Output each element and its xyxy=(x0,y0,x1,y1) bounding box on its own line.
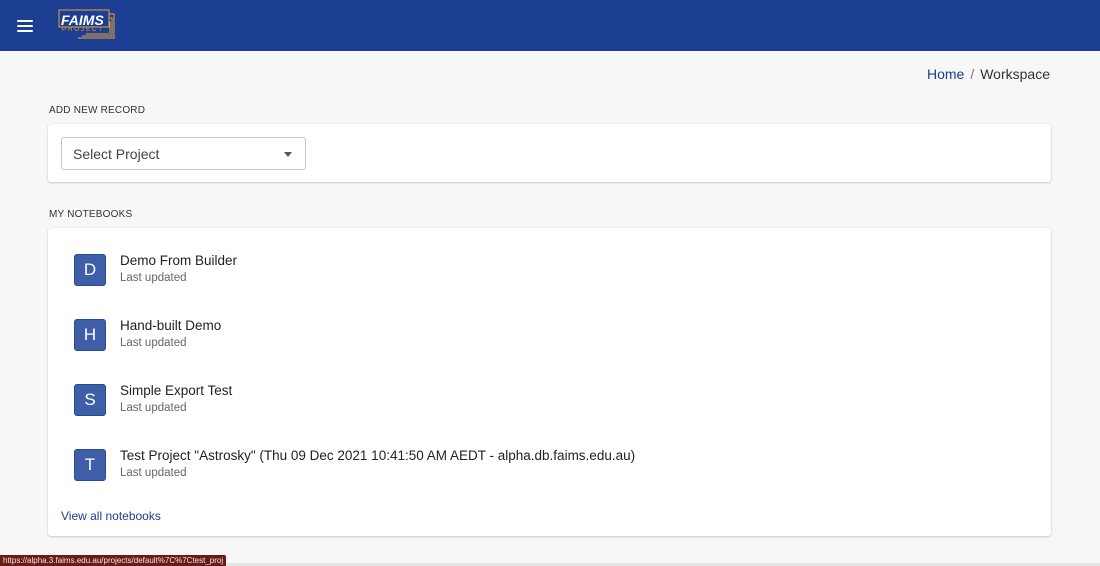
faims-logo[interactable]: FAIMS PROJECT xyxy=(58,8,120,42)
notebook-title: Demo From Builder xyxy=(120,253,238,268)
notebook-last-updated: Last updated xyxy=(120,402,187,414)
notebook-item[interactable]: D Demo From Builder Last updated xyxy=(74,246,1024,298)
notebook-avatar: H xyxy=(74,319,106,351)
notebook-last-updated: Last updated xyxy=(120,272,187,284)
breadcrumb-current: Workspace xyxy=(980,66,1050,82)
notebook-title: Test Project "Astrosky" (Thu 09 Dec 2021… xyxy=(120,448,636,463)
notebook-item[interactable]: S Simple Export Test Last updated xyxy=(74,376,1024,428)
notebook-title: Simple Export Test xyxy=(120,383,233,398)
hamburger-menu-icon[interactable] xyxy=(17,16,39,36)
breadcrumb: Home / Workspace xyxy=(927,66,1050,82)
my-notebooks-label: MY NOTEBOOKS xyxy=(49,209,133,220)
select-project-dropdown[interactable]: Select Project xyxy=(61,137,306,170)
breadcrumb-home-link[interactable]: Home xyxy=(927,66,964,82)
status-bar-url: https://alpha.3.faims.edu.au/projects/de… xyxy=(0,555,227,566)
notebook-last-updated: Last updated xyxy=(120,337,187,349)
notebook-avatar: S xyxy=(74,384,106,416)
app-bar: FAIMS PROJECT xyxy=(0,0,1100,51)
select-project-placeholder: Select Project xyxy=(73,145,160,162)
notebook-item[interactable]: H Hand-built Demo Last updated xyxy=(74,311,1024,363)
notebook-item[interactable]: T Test Project "Astrosky" (Thu 09 Dec 20… xyxy=(74,441,1024,493)
notebook-title: Hand-built Demo xyxy=(120,318,222,333)
add-new-record-label: ADD NEW RECORD xyxy=(49,105,146,116)
logo-text: FAIMS xyxy=(61,12,104,28)
notebooks-card: D Demo From Builder Last updated H Hand-… xyxy=(48,228,1051,536)
view-all-notebooks-link[interactable]: View all notebooks xyxy=(61,509,161,523)
notebook-avatar: D xyxy=(74,254,106,286)
notebook-last-updated: Last updated xyxy=(120,467,187,479)
add-record-card: Select Project xyxy=(48,124,1051,182)
dropdown-arrow-icon xyxy=(284,152,292,157)
breadcrumb-separator: / xyxy=(970,66,975,82)
notebook-avatar: T xyxy=(74,449,106,481)
logo-subtext: PROJECT xyxy=(62,27,105,33)
